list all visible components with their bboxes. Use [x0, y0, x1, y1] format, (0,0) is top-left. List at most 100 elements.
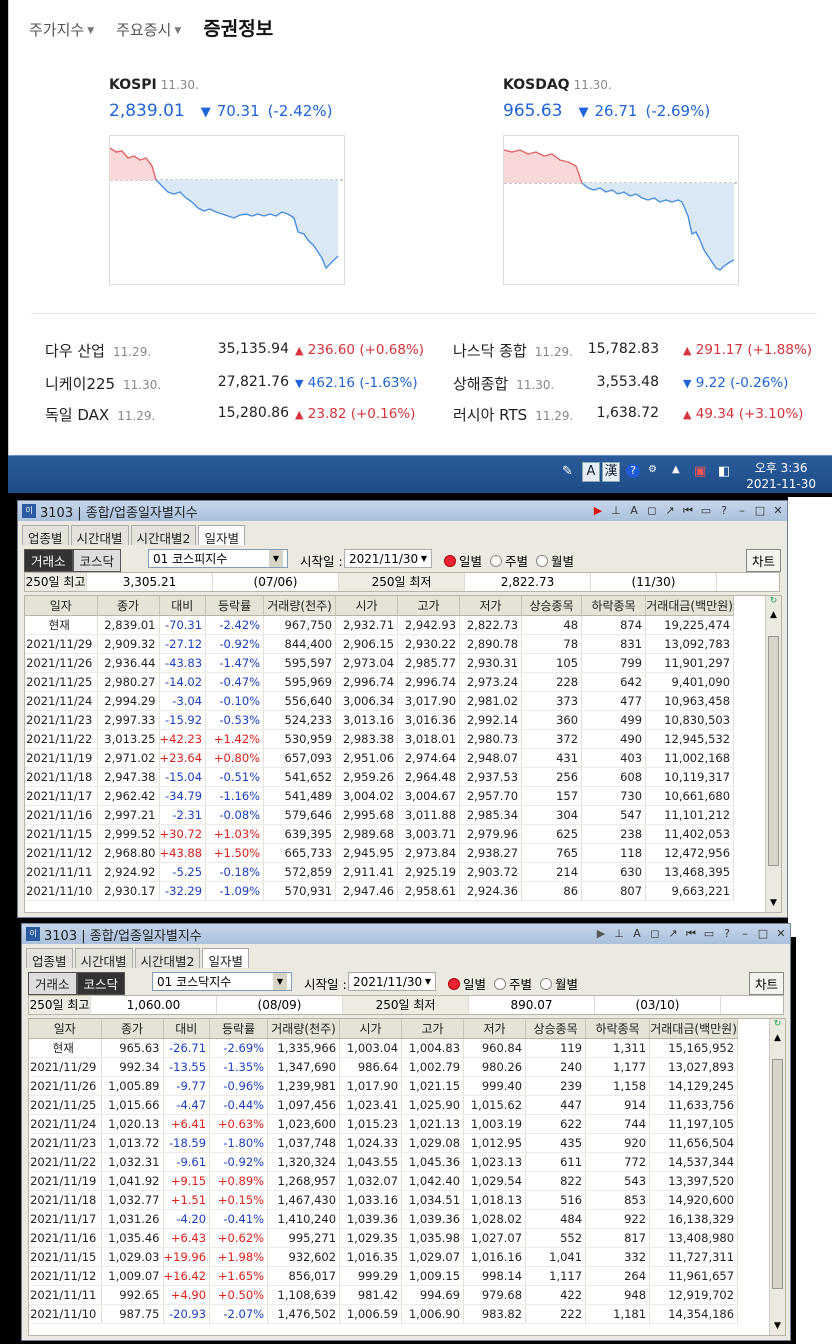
start-date-picker[interactable]: 2021/11/30 ▼ [348, 972, 436, 991]
radio-0[interactable]: 일별 [444, 551, 482, 570]
column-header[interactable]: 상승종목 [521, 596, 583, 616]
column-header[interactable]: 시가 [335, 596, 399, 616]
scroll-down-icon[interactable]: ▼ [770, 1321, 785, 1335]
table-row[interactable]: 2021/11/18 2,947.38 -15.04 -0.51% 541,652 2,9… [25, 767, 735, 787]
column-header[interactable]: 등락률 [209, 1019, 269, 1039]
tab-2[interactable]: 시간대별2 [134, 948, 201, 969]
tab-1[interactable]: 시간대별 [74, 948, 133, 969]
tab-1[interactable]: 시간대별 [70, 525, 129, 546]
world-index-name[interactable]: 독일 DAX 11.29. [45, 404, 155, 425]
market-button-0[interactable]: 거래소 [24, 549, 73, 572]
table-row[interactable]: 현재 2,839.01 -70.31 -2.42% 967,750 2,932.71 2,9… [25, 615, 735, 635]
close-icon[interactable]: ✕ [769, 504, 787, 518]
tab-3[interactable]: 일자별 [202, 948, 249, 969]
column-header[interactable]: 저가 [459, 596, 523, 616]
play-icon[interactable]: ▶ [592, 927, 610, 941]
first-icon[interactable]: ⏮ [679, 504, 697, 518]
index-select[interactable]: 01 코스닥지수 ▼ [152, 972, 292, 991]
start-date-picker[interactable]: 2021/11/30 ▼ [344, 549, 432, 568]
column-header[interactable]: 등락률 [205, 596, 265, 616]
radio-2[interactable]: 월별 [540, 974, 578, 993]
table-row[interactable]: 2021/11/12 1,009.07 +16.42 +1.65% 856,017 999… [29, 1266, 739, 1286]
column-header[interactable]: 대비 [159, 596, 207, 616]
play-icon[interactable]: ▶ [589, 504, 607, 518]
table-row[interactable]: 2021/11/16 2,997.21 -2.31 -0.08% 579,646 2,99… [25, 805, 735, 825]
pin-icon[interactable]: ⊥ [607, 504, 625, 518]
maximize-icon[interactable]: □ [751, 504, 769, 518]
minimize-icon[interactable]: – [733, 504, 751, 518]
table-row[interactable]: 현재 965.63 -26.71 -2.69% 1,335,966 1,003.04 1,0… [29, 1038, 739, 1058]
vertical-scrollbar[interactable]: ↻ ▲ ▼ [769, 1019, 785, 1335]
help-icon[interactable]: ? [718, 927, 736, 941]
table-row[interactable]: 2021/11/29 2,909.32 -27.12 -0.92% 844,400 2,9… [25, 634, 735, 654]
settings-icon[interactable]: ⚙ [648, 464, 657, 475]
window-titlebar[interactable]: 이 3103 | 종합/업종일자별지수 ▶ ⊥ A ◻ ↗ ⏮ ▭ ? – □ ✕ [22, 924, 790, 944]
tab-stock-index[interactable]: 주가지수 ▼ [29, 19, 94, 40]
market-button-1[interactable]: 코스닥 [72, 549, 122, 572]
window-mode-icon[interactable]: ▭ [697, 504, 715, 518]
index-select[interactable]: 01 코스피지수 ▼ [148, 549, 288, 568]
column-header[interactable]: 상승종목 [525, 1019, 587, 1039]
table-row[interactable]: 2021/11/29 992.34 -13.55 -1.35% 1,347,690 986… [29, 1057, 739, 1077]
table-row[interactable]: 2021/11/25 2,980.27 -14.02 -0.47% 595,969 2,9… [25, 672, 735, 692]
column-header[interactable]: 하락종목 [581, 596, 647, 616]
table-row[interactable]: 2021/11/26 2,936.44 -43.83 -1.47% 595,597 2,9… [25, 653, 735, 673]
table-row[interactable]: 2021/11/24 2,994.29 -3.04 -0.10% 556,640 3,00… [25, 691, 735, 711]
column-header[interactable]: 종가 [97, 596, 160, 616]
ime-mode-a[interactable]: A [582, 462, 600, 482]
window-mode-icon[interactable]: ▭ [700, 927, 718, 941]
column-header[interactable]: 거래량(천주) [267, 1019, 341, 1039]
clock[interactable]: 오후 3:36 2021-11-30 [746, 460, 816, 492]
kospi-mini-chart[interactable] [109, 135, 345, 285]
table-row[interactable]: 2021/11/24 1,020.13 +6.41 +0.63% 1,023,600 1,… [29, 1114, 739, 1134]
column-header[interactable]: 종가 [101, 1019, 164, 1039]
tab-0[interactable]: 업종별 [26, 948, 73, 969]
column-header[interactable]: 대비 [163, 1019, 211, 1039]
column-header[interactable]: 고가 [397, 596, 461, 616]
minimize-icon[interactable]: – [736, 927, 754, 941]
column-header[interactable]: 시가 [339, 1019, 403, 1039]
table-row[interactable]: 2021/11/19 1,041.92 +9.15 +0.89% 1,268,957 1,… [29, 1171, 739, 1191]
table-row[interactable]: 2021/11/23 1,013.72 -18.59 -1.80% 1,037,748 1… [29, 1133, 739, 1153]
table-row[interactable]: 2021/11/22 3,013.25 +42.23 +1.42% 530,959 2,9… [25, 729, 735, 749]
refresh-icon[interactable]: ↻ [770, 1019, 785, 1033]
column-header[interactable]: 거래량(천주) [263, 596, 337, 616]
pin-icon[interactable]: ⊥ [610, 927, 628, 941]
column-header[interactable]: 일자 [25, 596, 98, 616]
chart-button[interactable]: 차트 [748, 972, 784, 995]
volume-icon[interactable]: ◧ [718, 464, 730, 479]
table-row[interactable]: 2021/11/10 2,930.17 -32.29 -1.09% 570,931 2,9… [25, 881, 735, 901]
window-titlebar[interactable]: 이 3103 | 종합/업종일자별지수 ▶ ⊥ A ◻ ↗ ⏮ ▭ ? – □ ✕ [18, 501, 787, 521]
help-icon[interactable]: ? [715, 504, 733, 518]
table-row[interactable]: 2021/11/11 2,924.92 -5.25 -0.18% 572,859 2,91… [25, 862, 735, 882]
table-row[interactable]: 2021/11/22 1,032.31 -9.61 -0.92% 1,320,324 1,… [29, 1152, 739, 1172]
help-icon[interactable]: ? [626, 464, 640, 478]
world-index-name[interactable]: 니케이225 11.30. [45, 373, 161, 394]
table-row[interactable]: 2021/11/19 2,971.02 +23.64 +0.80% 657,093 2,9… [25, 748, 735, 768]
copy-icon[interactable]: ◻ [643, 504, 661, 518]
tab-2[interactable]: 시간대별2 [130, 525, 197, 546]
chart-button[interactable]: 차트 [745, 549, 781, 572]
table-row[interactable]: 2021/11/15 1,029.03 +19.96 +1.98% 932,602 1,0… [29, 1247, 739, 1267]
link-icon[interactable]: ↗ [664, 927, 682, 941]
pencil-icon[interactable]: ✎ [562, 464, 573, 479]
column-header[interactable]: 고가 [401, 1019, 465, 1039]
scroll-down-icon[interactable]: ▼ [766, 898, 781, 912]
column-header[interactable]: 하락종목 [585, 1019, 651, 1039]
refresh-icon[interactable]: ↻ [766, 596, 781, 610]
copy-icon[interactable]: ◻ [646, 927, 664, 941]
radio-1[interactable]: 주별 [494, 974, 532, 993]
radio-2[interactable]: 월별 [536, 551, 574, 570]
kospi-summary[interactable]: KOSPI 11.30. 2,839.01 ▼ 70.31 (-2.42%) [109, 74, 332, 121]
network-icon[interactable]: ▣ [694, 464, 706, 479]
table-row[interactable]: 2021/11/25 1,015.66 -4.47 -0.44% 1,097,456 1,… [29, 1095, 739, 1115]
table-row[interactable]: 2021/11/17 2,962.42 -34.79 -1.16% 541,489 3,0… [25, 786, 735, 806]
tab-3[interactable]: 일자별 [198, 525, 245, 546]
column-header[interactable]: 일자 [29, 1019, 102, 1039]
table-row[interactable]: 2021/11/26 1,005.89 -9.77 -0.96% 1,239,981 1,… [29, 1076, 739, 1096]
table-row[interactable]: 2021/11/10 987.75 -20.93 -2.07% 1,476,502 1,0… [29, 1304, 739, 1324]
kosdaq-summary[interactable]: KOSDAQ 11.30. 965.63 ▼ 26.71 (-2.69%) [503, 74, 710, 121]
radio-0[interactable]: 일별 [448, 974, 486, 993]
first-icon[interactable]: ⏮ [682, 927, 700, 941]
chevron-up-icon[interactable]: ▲ [672, 464, 680, 475]
